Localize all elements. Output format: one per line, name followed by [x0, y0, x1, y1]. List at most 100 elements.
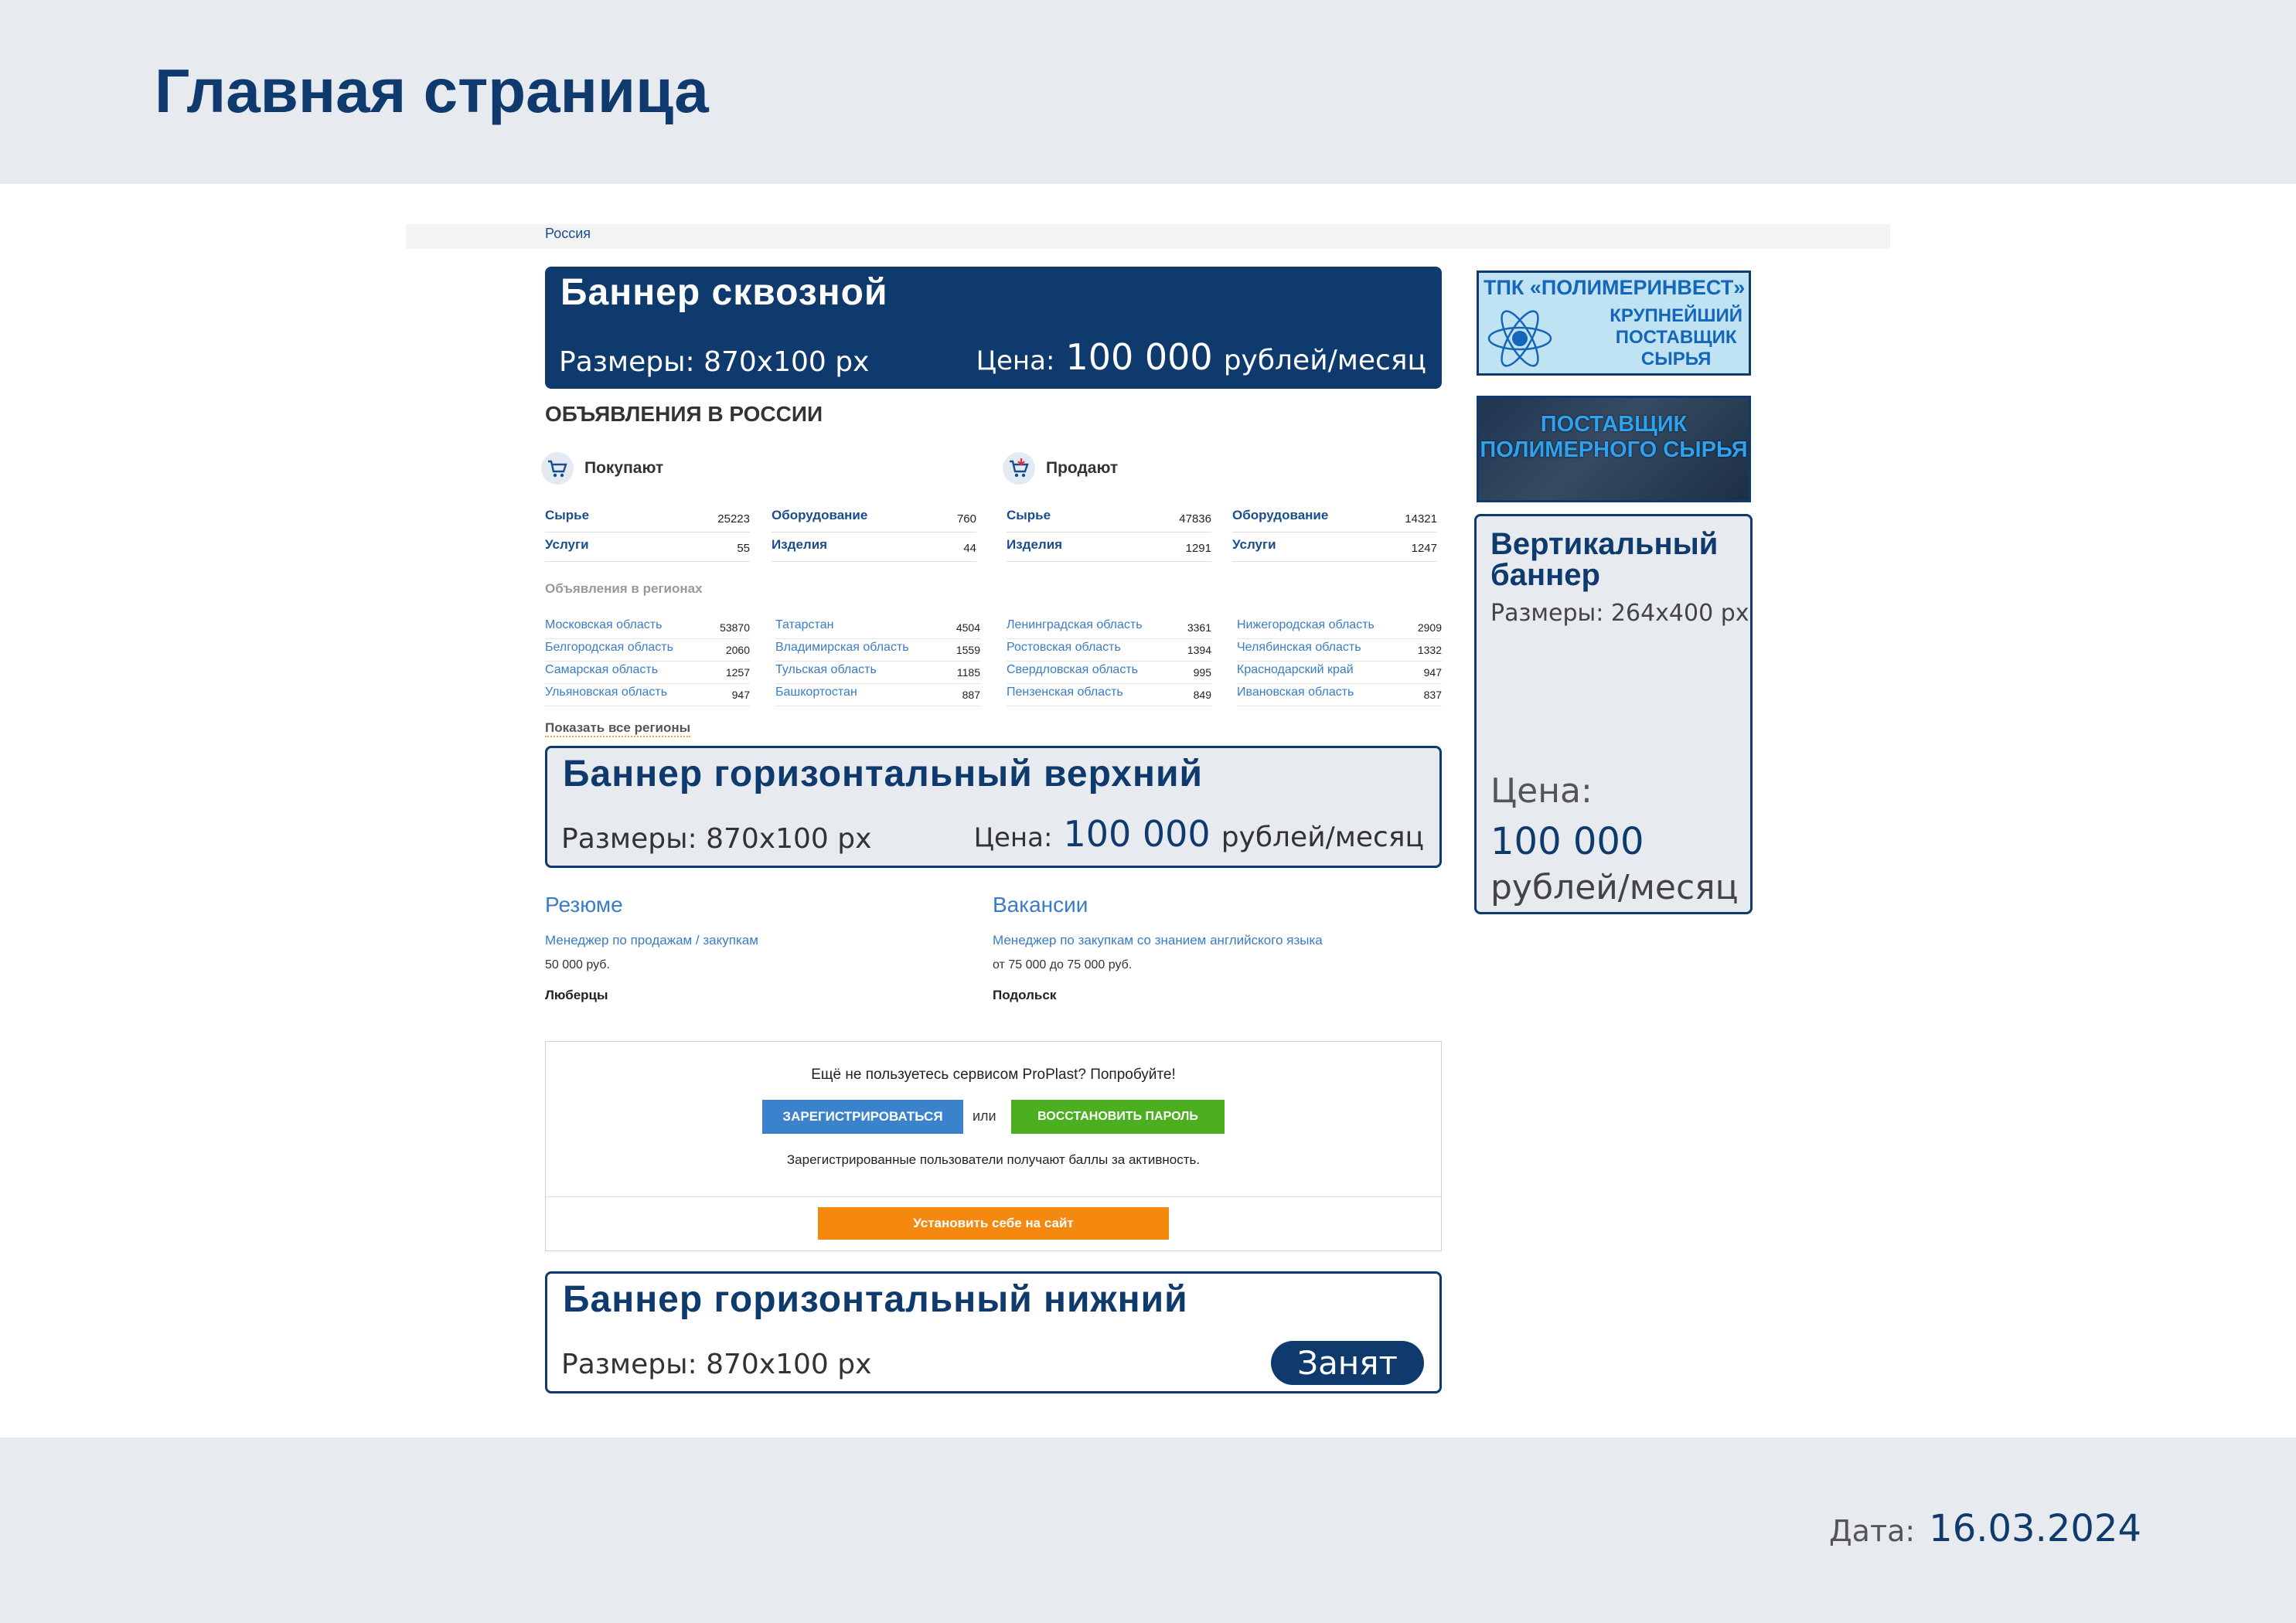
ad-slogan-line: СЫРЬЯ	[1640, 349, 1712, 369]
vacancy-link[interactable]: Менеджер по закупкам со знанием английск…	[993, 933, 1323, 948]
region-row[interactable]: Самарская область 1257	[545, 662, 750, 684]
region-name[interactable]: Белгородская область	[545, 641, 673, 655]
price-unit: рублей/месяц	[1490, 868, 1739, 907]
buy-category-row[interactable]: Изделия 44	[772, 536, 976, 562]
show-all-regions-link[interactable]: Показать все регионы	[545, 720, 691, 737]
region-name[interactable]: Московская область	[545, 618, 662, 632]
region-count: 849	[1193, 689, 1211, 701]
register-button[interactable]: ЗАРЕГИСТРИРОВАТЬСЯ	[762, 1100, 963, 1134]
region-row[interactable]: Челябинская область 1332	[1237, 639, 1442, 662]
region-row[interactable]: Пензенская область 849	[1007, 684, 1211, 706]
banner-vertical: Вертикальный баннер Размеры: 264х400 px …	[1474, 514, 1753, 914]
resume-link[interactable]: Менеджер по продажам / закупкам	[545, 933, 758, 948]
register-note: Зарегистрированные пользователи получают…	[786, 1152, 1201, 1167]
region-name[interactable]: Владимирская область	[775, 641, 909, 655]
sell-category-row[interactable]: Оборудование 14321	[1232, 506, 1437, 532]
cart-icon	[541, 452, 574, 485]
category-name[interactable]: Изделия	[772, 537, 827, 553]
ad-polymer-supplier[interactable]: ПОСТАВЩИК ПОЛИМЕРНОГО СЫРЬЯ	[1477, 396, 1751, 502]
region-row[interactable]: Ивановская область 837	[1237, 684, 1442, 706]
price-unit: рублей/месяц	[1223, 345, 1426, 376]
ads-heading: ОБЪЯВЛЕНИЯ В РОССИИ	[545, 402, 823, 426]
region-row[interactable]: Нижегородская область 2909	[1237, 617, 1442, 639]
region-name[interactable]: Ульяновская область	[545, 686, 667, 699]
ad-slogan-line: ПОСТАВЩИК	[1615, 327, 1737, 348]
region-name[interactable]: Ивановская область	[1237, 686, 1354, 699]
cart-sell-icon	[1003, 452, 1035, 485]
region-count: 995	[1193, 666, 1211, 679]
region-count: 1185	[956, 666, 980, 679]
banner-size: Размеры: 870х100 px	[561, 1349, 872, 1380]
buy-category-row[interactable]: Оборудование 760	[772, 506, 976, 532]
breadcrumb-bar	[406, 224, 1890, 249]
category-count: 25223	[717, 512, 750, 526]
region-row[interactable]: Башкортостан 887	[775, 684, 980, 706]
banner-price: Цена: 100 000 рублей/месяц	[974, 813, 1424, 855]
ad-slogan: КРУПНЕЙШИЙ ПОСТАВЩИК СЫРЬЯ	[1610, 305, 1742, 370]
price-label: Цена:	[973, 822, 1053, 853]
region-count: 837	[1423, 689, 1442, 701]
region-name[interactable]: Башкортостан	[775, 686, 857, 699]
region-row[interactable]: Владимирская область 1559	[775, 639, 980, 662]
region-name[interactable]: Челябинская область	[1237, 641, 1361, 655]
region-row[interactable]: Белгородская область 2060	[545, 639, 750, 662]
category-count: 1247	[1411, 542, 1437, 555]
vacancy-title[interactable]: Вакансии	[993, 893, 1088, 917]
banner-title: Баннер горизонтальный верхний	[563, 754, 1204, 794]
region-name[interactable]: Пензенская область	[1007, 686, 1123, 699]
region-row[interactable]: Ульяновская область 947	[545, 684, 750, 706]
sell-category-row[interactable]: Услуги 1247	[1232, 536, 1437, 562]
region-row[interactable]: Ленинградская область 3361	[1007, 617, 1211, 639]
region-name[interactable]: Самарская область	[545, 663, 658, 677]
category-name[interactable]: Оборудование	[772, 508, 867, 523]
region-name[interactable]: Татарстан	[775, 618, 833, 632]
region-count: 947	[1423, 666, 1442, 679]
region-row[interactable]: Тульская область 1185	[775, 662, 980, 684]
region-count: 2060	[725, 644, 750, 656]
region-name[interactable]: Ленинградская область	[1007, 618, 1143, 632]
price-value: 100 000	[1490, 820, 1644, 863]
sell-category-row[interactable]: Сырье 47836	[1007, 506, 1211, 532]
install-widget-button[interactable]: Установить себе на сайт	[818, 1207, 1169, 1240]
category-name[interactable]: Услуги	[545, 537, 589, 553]
vacancy-salary: от 75 000 до 75 000 руб.	[993, 958, 1133, 971]
category-name[interactable]: Оборудование	[1232, 508, 1328, 523]
sell-category-row[interactable]: Изделия 1291	[1007, 536, 1211, 562]
region-name[interactable]: Свердловская область	[1007, 663, 1138, 677]
restore-password-button[interactable]: ВОССТАНОВИТЬ ПАРОЛЬ	[1011, 1100, 1225, 1134]
or-text: или	[973, 1108, 996, 1124]
buy-category-row[interactable]: Услуги 55	[545, 536, 750, 562]
category-name[interactable]: Изделия	[1007, 537, 1062, 553]
region-name[interactable]: Ростовская область	[1007, 641, 1121, 655]
region-count: 1559	[956, 644, 980, 656]
banner-size: Размеры: 264х400 px	[1490, 600, 1749, 627]
category-name[interactable]: Услуги	[1232, 537, 1276, 553]
category-name[interactable]: Сырье	[545, 508, 589, 523]
resume-title[interactable]: Резюме	[545, 893, 623, 917]
price-label: Цена:	[976, 345, 1055, 376]
date-row: Дата: 16.03.2024	[1829, 1507, 2141, 1550]
region-count: 3361	[1187, 621, 1211, 634]
region-row[interactable]: Московская область 53870	[545, 617, 750, 639]
register-box: Ещё не пользуетесь сервисом ProPlast? По…	[545, 1041, 1442, 1251]
region-name[interactable]: Нижегородская область	[1237, 618, 1375, 632]
region-row[interactable]: Ростовская область 1394	[1007, 639, 1211, 662]
buy-category-row[interactable]: Сырье 25223	[545, 506, 750, 532]
region-count: 1394	[1187, 644, 1211, 656]
category-count: 1291	[1185, 542, 1211, 555]
banner-title: Вертикальный баннер	[1490, 529, 1718, 590]
date-label: Дата:	[1828, 1514, 1916, 1548]
buy-heading: Покупают	[541, 452, 663, 485]
region-name[interactable]: Тульская область	[775, 663, 877, 677]
breadcrumb-russia[interactable]: Россия	[545, 226, 591, 242]
ad-polimerinvest[interactable]: ТПК «ПОЛИМЕРИНВЕСТ» КРУПНЕЙШИЙ ПОСТАВЩИК…	[1477, 270, 1751, 376]
region-row[interactable]: Татарстан 4504	[775, 617, 980, 639]
region-row[interactable]: Свердловская область 995	[1007, 662, 1211, 684]
category-name[interactable]: Сырье	[1007, 508, 1051, 523]
banner-title-line: баннер	[1490, 558, 1600, 592]
region-count: 887	[962, 689, 980, 701]
ad-slogan-line: КРУПНЕЙШИЙ	[1610, 305, 1742, 326]
region-row[interactable]: Краснодарский край 947	[1237, 662, 1442, 684]
atom-icon	[1487, 310, 1552, 367]
region-name[interactable]: Краснодарский край	[1237, 663, 1354, 677]
